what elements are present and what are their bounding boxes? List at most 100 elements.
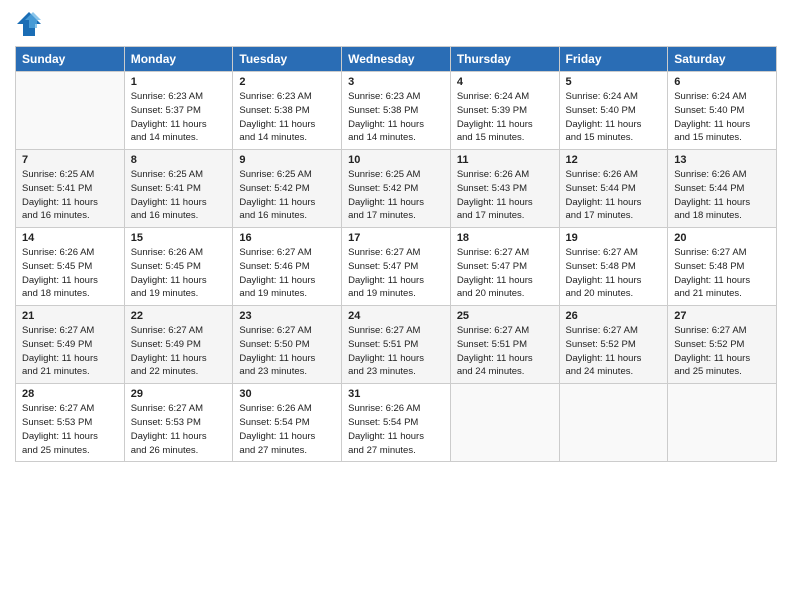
day-number: 12	[566, 154, 662, 166]
calendar-cell: 8 Sunrise: 6:25 AMSunset: 5:41 PMDaylight…	[124, 150, 233, 228]
calendar-cell: 2 Sunrise: 6:23 AMSunset: 5:38 PMDaylight…	[233, 72, 342, 150]
logo	[15, 10, 47, 38]
day-number: 29	[131, 388, 227, 400]
day-info: Sunrise: 6:26 AMSunset: 5:43 PMDaylight:…	[457, 168, 553, 223]
day-info: Sunrise: 6:27 AMSunset: 5:49 PMDaylight:…	[131, 324, 227, 379]
day-number: 14	[22, 232, 118, 244]
calendar-cell: 17 Sunrise: 6:27 AMSunset: 5:47 PMDayligh…	[342, 228, 451, 306]
day-number: 23	[239, 310, 335, 322]
day-number: 28	[22, 388, 118, 400]
day-number: 18	[457, 232, 553, 244]
day-info: Sunrise: 6:27 AMSunset: 5:47 PMDaylight:…	[348, 246, 444, 301]
calendar-cell: 6 Sunrise: 6:24 AMSunset: 5:40 PMDaylight…	[668, 72, 777, 150]
day-info: Sunrise: 6:23 AMSunset: 5:37 PMDaylight:…	[131, 90, 227, 145]
day-number: 4	[457, 76, 553, 88]
day-number: 9	[239, 154, 335, 166]
day-number: 16	[239, 232, 335, 244]
calendar-cell	[16, 72, 125, 150]
calendar-cell: 15Sunrise: 6:26 AMSunset: 5:45 PMDayligh…	[124, 228, 233, 306]
calendar-table: SundayMondayTuesdayWednesdayThursdayFrid…	[15, 46, 777, 462]
day-info: Sunrise: 6:23 AMSunset: 5:38 PMDaylight:…	[348, 90, 444, 145]
day-info: Sunrise: 6:23 AMSunset: 5:38 PMDaylight:…	[239, 90, 335, 145]
calendar-cell: 12 Sunrise: 6:26 AMSunset: 5:44 PMDayligh…	[559, 150, 668, 228]
page: SundayMondayTuesdayWednesdayThursdayFrid…	[0, 0, 792, 612]
calendar-week-row: 14Sunrise: 6:26 AMSunset: 5:45 PMDayligh…	[16, 228, 777, 306]
calendar-cell: 30 Sunrise: 6:26 AMSunset: 5:54 PMDayligh…	[233, 384, 342, 462]
day-info: Sunrise: 6:27 AMSunset: 5:50 PMDaylight:…	[239, 324, 335, 379]
day-number: 31	[348, 388, 444, 400]
day-info: Sunrise: 6:24 AMSunset: 5:40 PMDaylight:…	[566, 90, 662, 145]
calendar-cell: 28 Sunrise: 6:27 AMSunset: 5:53 PMDayligh…	[16, 384, 125, 462]
calendar-week-row: 7 Sunrise: 6:25 AMSunset: 5:41 PMDaylight…	[16, 150, 777, 228]
day-number: 17	[348, 232, 444, 244]
calendar-cell: 18 Sunrise: 6:27 AMSunset: 5:47 PMDayligh…	[450, 228, 559, 306]
day-number: 3	[348, 76, 444, 88]
day-info: Sunrise: 6:27 AMSunset: 5:48 PMDaylight:…	[566, 246, 662, 301]
col-header-tuesday: Tuesday	[233, 47, 342, 72]
day-number: 15	[131, 232, 227, 244]
header	[15, 10, 777, 38]
calendar-cell: 13 Sunrise: 6:26 AMSunset: 5:44 PMDayligh…	[668, 150, 777, 228]
calendar-cell: 29Sunrise: 6:27 AMSunset: 5:53 PMDayligh…	[124, 384, 233, 462]
col-header-monday: Monday	[124, 47, 233, 72]
calendar-cell: 5 Sunrise: 6:24 AMSunset: 5:40 PMDaylight…	[559, 72, 668, 150]
day-info: Sunrise: 6:27 AMSunset: 5:49 PMDaylight:…	[22, 324, 118, 379]
calendar-cell: 31 Sunrise: 6:26 AMSunset: 5:54 PMDayligh…	[342, 384, 451, 462]
day-info: Sunrise: 6:25 AMSunset: 5:41 PMDaylight:…	[131, 168, 227, 223]
calendar-cell: 24 Sunrise: 6:27 AMSunset: 5:51 PMDayligh…	[342, 306, 451, 384]
calendar-week-row: 1 Sunrise: 6:23 AMSunset: 5:37 PMDaylight…	[16, 72, 777, 150]
calendar-header-row: SundayMondayTuesdayWednesdayThursdayFrid…	[16, 47, 777, 72]
day-number: 8	[131, 154, 227, 166]
day-number: 1	[131, 76, 227, 88]
calendar-cell: 14Sunrise: 6:26 AMSunset: 5:45 PMDayligh…	[16, 228, 125, 306]
day-number: 7	[22, 154, 118, 166]
day-info: Sunrise: 6:25 AMSunset: 5:42 PMDaylight:…	[348, 168, 444, 223]
day-info: Sunrise: 6:27 AMSunset: 5:53 PMDaylight:…	[22, 402, 118, 457]
day-number: 13	[674, 154, 770, 166]
day-info: Sunrise: 6:27 AMSunset: 5:47 PMDaylight:…	[457, 246, 553, 301]
day-info: Sunrise: 6:26 AMSunset: 5:54 PMDaylight:…	[239, 402, 335, 457]
day-info: Sunrise: 6:26 AMSunset: 5:44 PMDaylight:…	[674, 168, 770, 223]
calendar-cell: 11 Sunrise: 6:26 AMSunset: 5:43 PMDayligh…	[450, 150, 559, 228]
calendar-cell	[450, 384, 559, 462]
calendar-cell: 23 Sunrise: 6:27 AMSunset: 5:50 PMDayligh…	[233, 306, 342, 384]
day-number: 6	[674, 76, 770, 88]
day-number: 10	[348, 154, 444, 166]
day-info: Sunrise: 6:27 AMSunset: 5:52 PMDaylight:…	[566, 324, 662, 379]
calendar-cell: 21 Sunrise: 6:27 AMSunset: 5:49 PMDayligh…	[16, 306, 125, 384]
day-info: Sunrise: 6:27 AMSunset: 5:51 PMDaylight:…	[457, 324, 553, 379]
day-number: 2	[239, 76, 335, 88]
day-info: Sunrise: 6:24 AMSunset: 5:40 PMDaylight:…	[674, 90, 770, 145]
calendar-week-row: 28 Sunrise: 6:27 AMSunset: 5:53 PMDayligh…	[16, 384, 777, 462]
logo-icon	[15, 10, 43, 38]
day-number: 19	[566, 232, 662, 244]
calendar-cell: 7Sunrise: 6:25 AMSunset: 5:41 PMDaylight…	[16, 150, 125, 228]
day-info: Sunrise: 6:27 AMSunset: 5:48 PMDaylight:…	[674, 246, 770, 301]
calendar-cell: 3 Sunrise: 6:23 AMSunset: 5:38 PMDaylight…	[342, 72, 451, 150]
day-info: Sunrise: 6:26 AMSunset: 5:44 PMDaylight:…	[566, 168, 662, 223]
calendar-cell: 27Sunrise: 6:27 AMSunset: 5:52 PMDayligh…	[668, 306, 777, 384]
col-header-saturday: Saturday	[668, 47, 777, 72]
calendar-week-row: 21 Sunrise: 6:27 AMSunset: 5:49 PMDayligh…	[16, 306, 777, 384]
day-number: 21	[22, 310, 118, 322]
day-info: Sunrise: 6:26 AMSunset: 5:54 PMDaylight:…	[348, 402, 444, 457]
day-number: 27	[674, 310, 770, 322]
day-info: Sunrise: 6:24 AMSunset: 5:39 PMDaylight:…	[457, 90, 553, 145]
day-number: 30	[239, 388, 335, 400]
calendar-cell: 22Sunrise: 6:27 AMSunset: 5:49 PMDayligh…	[124, 306, 233, 384]
calendar-cell: 9 Sunrise: 6:25 AMSunset: 5:42 PMDaylight…	[233, 150, 342, 228]
day-number: 25	[457, 310, 553, 322]
day-number: 24	[348, 310, 444, 322]
calendar-cell: 26 Sunrise: 6:27 AMSunset: 5:52 PMDayligh…	[559, 306, 668, 384]
col-header-thursday: Thursday	[450, 47, 559, 72]
calendar-cell: 20Sunrise: 6:27 AMSunset: 5:48 PMDayligh…	[668, 228, 777, 306]
day-number: 26	[566, 310, 662, 322]
calendar-cell	[668, 384, 777, 462]
day-info: Sunrise: 6:27 AMSunset: 5:51 PMDaylight:…	[348, 324, 444, 379]
day-number: 11	[457, 154, 553, 166]
calendar-cell: 1 Sunrise: 6:23 AMSunset: 5:37 PMDaylight…	[124, 72, 233, 150]
calendar-cell: 10 Sunrise: 6:25 AMSunset: 5:42 PMDayligh…	[342, 150, 451, 228]
day-info: Sunrise: 6:25 AMSunset: 5:42 PMDaylight:…	[239, 168, 335, 223]
col-header-friday: Friday	[559, 47, 668, 72]
day-number: 5	[566, 76, 662, 88]
